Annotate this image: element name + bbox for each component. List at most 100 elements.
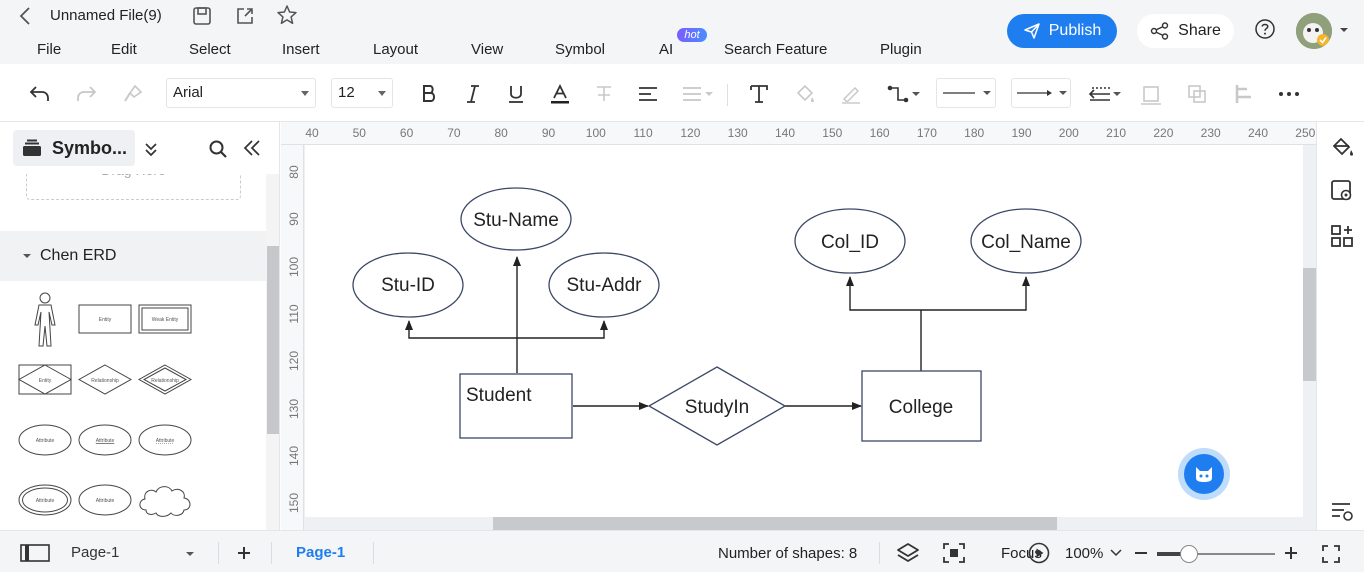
back-arrow-icon[interactable] bbox=[14, 4, 36, 28]
double-chevron-down-icon[interactable] bbox=[142, 140, 160, 158]
actor-symbol[interactable] bbox=[28, 292, 62, 348]
canvas-vertical-scrollbar[interactable] bbox=[1303, 268, 1316, 381]
bring-front-icon[interactable] bbox=[1138, 81, 1164, 107]
menu-view[interactable]: View bbox=[471, 40, 503, 60]
attribute-stu-addr[interactable]: Stu-Addr bbox=[548, 252, 660, 318]
ruler-tick-label: 250 bbox=[1295, 126, 1316, 140]
zoom-slider-knob[interactable] bbox=[1179, 545, 1198, 563]
canvas-horizontal-scrollbar[interactable] bbox=[493, 517, 1057, 530]
menu-plugin[interactable]: Plugin bbox=[880, 40, 922, 60]
menu-layout[interactable]: Layout bbox=[373, 40, 418, 60]
fullscreen-icon[interactable] bbox=[1320, 543, 1342, 565]
chevron-down-icon[interactable] bbox=[1337, 22, 1351, 38]
star-icon[interactable] bbox=[276, 4, 298, 26]
play-icon[interactable] bbox=[1028, 542, 1050, 564]
menu-file[interactable]: File bbox=[37, 40, 61, 60]
line-color-icon[interactable] bbox=[838, 81, 864, 107]
associative-entity-symbol[interactable]: Entity bbox=[18, 364, 72, 395]
add-page-icon[interactable] bbox=[235, 544, 253, 562]
save-icon[interactable] bbox=[191, 5, 213, 27]
attribute-symbol[interactable]: Attribute bbox=[18, 424, 72, 456]
bold-icon[interactable] bbox=[416, 81, 442, 107]
line-style-select[interactable] bbox=[936, 78, 996, 108]
chevron-down-icon bbox=[186, 552, 194, 556]
multivalued-attribute-symbol[interactable]: Attribute bbox=[18, 484, 72, 516]
grid-layout-icon[interactable] bbox=[1329, 223, 1355, 249]
font-size-select[interactable]: 12 bbox=[331, 78, 393, 108]
line-jump-icon[interactable] bbox=[1086, 81, 1122, 107]
page-settings-icon[interactable] bbox=[1329, 178, 1355, 204]
weak-relationship-symbol[interactable]: Relationship bbox=[138, 364, 192, 395]
share-button[interactable]: Share bbox=[1137, 14, 1234, 48]
arrow-style-select[interactable] bbox=[1011, 78, 1071, 108]
zoom-level[interactable]: 100% bbox=[1065, 545, 1103, 562]
export-icon[interactable] bbox=[234, 5, 256, 27]
ruler-tick-label: 140 bbox=[287, 445, 301, 466]
menu-ai[interactable]: AI bbox=[659, 40, 673, 60]
ruler-tick-label: 110 bbox=[633, 126, 653, 140]
style-paint-icon[interactable] bbox=[1329, 134, 1355, 160]
file-title[interactable]: Unnamed File(9) bbox=[50, 6, 162, 26]
font-family-select[interactable]: Arial bbox=[166, 78, 316, 108]
ruler-tick-label: 150 bbox=[287, 493, 301, 514]
more-icon[interactable] bbox=[1276, 81, 1302, 107]
menu-edit[interactable]: Edit bbox=[111, 40, 137, 60]
page-tab-active[interactable]: Page-1 bbox=[296, 544, 345, 561]
entity-symbol-label: Entity bbox=[99, 317, 112, 323]
undo-icon[interactable] bbox=[27, 81, 53, 107]
chevron-down-icon[interactable] bbox=[1110, 547, 1122, 559]
zoom-out-icon[interactable] bbox=[1132, 544, 1150, 562]
text-tool-icon[interactable] bbox=[746, 81, 772, 107]
relationship-studyin[interactable]: StudyIn bbox=[647, 366, 787, 446]
page-select-value: Page-1 bbox=[71, 544, 120, 561]
align-left-icon[interactable] bbox=[635, 81, 661, 107]
drawing-page[interactable]: Stu-Name Stu-ID Stu-Addr Col_ID Col_Name bbox=[305, 145, 1303, 517]
fill-bucket-icon[interactable] bbox=[792, 81, 818, 107]
cloud-symbol[interactable] bbox=[136, 482, 194, 518]
panel-scrollbar-thumb[interactable] bbox=[267, 246, 279, 434]
canvas-area[interactable]: 40 50 60 70 80 90 100 110 120 130 140 150 160 170 180 1… bbox=[281, 122, 1316, 530]
connector-college-attributes[interactable] bbox=[846, 276, 1030, 371]
chen-erd-section-header[interactable]: Chen ERD bbox=[0, 231, 266, 281]
weak-entity-symbol[interactable]: Weak Entity bbox=[138, 304, 192, 334]
symbol-library-tab[interactable]: Symbo... bbox=[13, 130, 135, 166]
menu-insert[interactable]: Insert bbox=[282, 40, 320, 60]
ruler-tick-label: 150 bbox=[822, 126, 843, 140]
format-painter-icon[interactable] bbox=[120, 81, 146, 107]
focus-icon[interactable] bbox=[941, 541, 967, 565]
font-color-icon[interactable] bbox=[547, 81, 573, 107]
entity-symbol[interactable]: Entity bbox=[78, 304, 132, 334]
attribute-col-id[interactable]: Col_ID bbox=[794, 208, 906, 274]
connector-icon[interactable] bbox=[886, 81, 922, 107]
avatar[interactable] bbox=[1296, 13, 1332, 49]
align-objects-icon[interactable] bbox=[1232, 81, 1258, 107]
attribute-stu-name[interactable]: Stu-Name bbox=[460, 187, 572, 251]
underline-icon[interactable] bbox=[503, 81, 529, 107]
redo-icon[interactable] bbox=[73, 81, 99, 107]
text-clear-icon[interactable] bbox=[591, 81, 617, 107]
line-spacing-icon[interactable] bbox=[681, 81, 715, 107]
entity-student[interactable]: Student bbox=[459, 373, 573, 439]
layers-icon[interactable] bbox=[895, 540, 921, 566]
collapse-panel-icon[interactable] bbox=[241, 137, 263, 159]
derived-attribute-symbol[interactable]: Attribute bbox=[78, 484, 132, 516]
ai-assistant-button[interactable] bbox=[1178, 448, 1230, 500]
page-select-dropdown[interactable]: Page-1 bbox=[60, 540, 200, 566]
menu-symbol[interactable]: Symbol bbox=[555, 40, 605, 60]
page-layout-icon[interactable] bbox=[20, 541, 50, 565]
send-back-icon[interactable] bbox=[1184, 81, 1210, 107]
publish-button[interactable]: Publish bbox=[1007, 14, 1117, 48]
attribute-stu-id[interactable]: Stu-ID bbox=[352, 252, 464, 318]
entity-college[interactable]: College bbox=[861, 370, 982, 442]
menu-select[interactable]: Select bbox=[189, 40, 231, 60]
list-settings-icon[interactable] bbox=[1329, 499, 1355, 525]
search-icon[interactable] bbox=[207, 138, 229, 160]
attribute-col-name[interactable]: Col_Name bbox=[970, 208, 1082, 274]
italic-icon[interactable] bbox=[460, 81, 486, 107]
relationship-symbol[interactable]: Relationship bbox=[78, 364, 132, 395]
menu-search-feature[interactable]: Search Feature bbox=[724, 40, 827, 60]
key-attribute-symbol[interactable]: Attribute bbox=[78, 424, 132, 456]
partial-key-attribute-symbol[interactable]: Attribute bbox=[138, 424, 192, 456]
zoom-in-icon[interactable] bbox=[1282, 544, 1300, 562]
help-icon[interactable] bbox=[1253, 17, 1277, 41]
